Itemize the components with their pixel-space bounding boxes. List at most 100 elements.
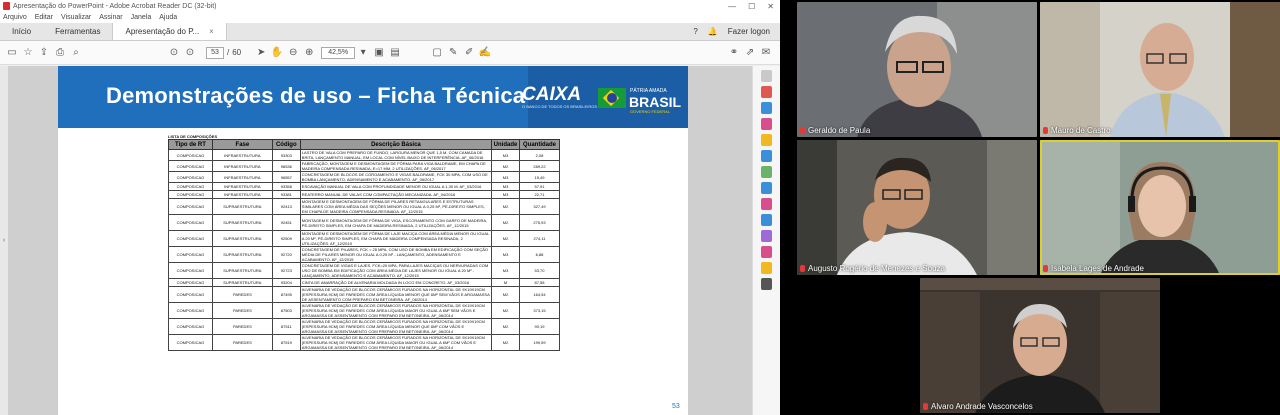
tab-tools[interactable]: Ferramentas (43, 23, 112, 40)
participant-label: Augusto Rogério de Menezes e Souza (800, 264, 945, 273)
participant-label: Isabela Lages de Andrade (1043, 264, 1144, 273)
protect-icon[interactable] (761, 230, 772, 242)
bell-icon[interactable]: 🔔 (708, 27, 718, 36)
menu-editar[interactable]: Editar (35, 14, 53, 21)
edit-pdf-icon[interactable] (761, 118, 772, 130)
video-call-grid: Geraldo de Paula Mauro de Castro Augusto (780, 0, 1280, 415)
organize-pages-icon[interactable] (761, 166, 772, 178)
table-row: COMPOSICAO PAREDES 87519 ALVENARIA DE VEDAÇ… (168, 334, 560, 351)
header-descricao: Descrição Básica (299, 139, 493, 150)
scan-ocr-icon[interactable] (761, 182, 772, 194)
menu-ajuda[interactable]: Ajuda (159, 14, 177, 21)
cell-codigo: 93204 (271, 278, 301, 287)
comment-tool-icon[interactable] (761, 134, 772, 146)
login-button[interactable]: Fazer logon (728, 27, 770, 36)
sign-icon[interactable]: ✍ (477, 45, 493, 61)
more-tools-icon[interactable] (761, 262, 772, 274)
cell-descricao: REATERRO MANUAL DE VALAS COM COMPACTAÇÃO… (299, 190, 493, 199)
comment-icon[interactable]: ▢ (429, 45, 445, 61)
upload-icon[interactable]: ⇪ (36, 45, 52, 61)
main-toolbar: ▭ ☆ ⇪ ⎙ ⌕ ⊙ ⊙ 53 / 60 ➤ ✋ ⊖ ⊕ 42,5% ▾ ▣ … (0, 41, 780, 65)
maximize-button[interactable]: ☐ (748, 2, 755, 11)
cell-unidade: M (491, 278, 520, 287)
tools-settings-icon[interactable] (761, 278, 772, 290)
video-tile-alvaro[interactable]: Alvaro Andrade Vasconcelos (920, 278, 1160, 413)
acrobat-icon (3, 2, 10, 10)
bookmark-star-icon[interactable]: ☆ (20, 45, 36, 61)
zoom-out-icon[interactable]: ⊖ (285, 45, 301, 61)
cell-tipo: COMPOSICAO (168, 214, 213, 231)
left-panel-toggle[interactable]: ‹ (0, 66, 8, 415)
tab-document-label: Apresentação do P... (125, 27, 200, 36)
hand-tool-icon[interactable]: ✋ (269, 45, 285, 61)
draw-icon[interactable]: ✐ (461, 45, 477, 61)
video-tile-mauro[interactable]: Mauro de Castro (1040, 2, 1280, 137)
close-window-button[interactable]: ✕ (767, 2, 774, 11)
document-viewport[interactable]: ‹ Demonstrações de uso – Ficha Técnica C… (0, 66, 752, 415)
participant-video (1040, 2, 1280, 137)
participant-name: Isabela Lages de Andrade (1051, 264, 1144, 273)
tab-document[interactable]: Apresentação do P... × (112, 23, 227, 40)
previous-page-icon[interactable]: ⊙ (166, 45, 182, 61)
menu-janela[interactable]: Janela (131, 14, 152, 21)
participant-label: Alvaro Andrade Vasconcelos (923, 402, 1033, 411)
zoom-select[interactable]: 42,5% (321, 46, 356, 59)
table-header: Tipo de RT Fase Código Descrição Básica … (168, 139, 560, 150)
tab-tools-label: Ferramentas (55, 27, 101, 36)
tab-home-label: Início (12, 27, 32, 36)
next-page-icon[interactable]: ⊙ (182, 45, 198, 61)
cell-unidade: M3 (491, 262, 520, 279)
page-input[interactable]: 53 (206, 46, 224, 59)
share-icon[interactable]: ⇗ (742, 45, 758, 61)
page-total: 60 (232, 48, 242, 57)
cell-codigo: 87519 (271, 334, 301, 351)
tab-home[interactable]: Início (0, 23, 43, 40)
close-tab-icon[interactable]: × (209, 27, 214, 36)
video-tile-isabela[interactable]: Isabela Lages de Andrade (1040, 140, 1280, 275)
select-cursor-icon[interactable]: ➤ (253, 45, 269, 61)
redact-icon[interactable] (761, 246, 772, 258)
print-icon[interactable]: ⎙ (52, 45, 68, 61)
cell-codigo: 87503 (271, 302, 301, 319)
cell-tipo: COMPOSICAO (168, 171, 213, 183)
zoom-tool-icon[interactable] (761, 70, 772, 82)
cell-unidade: M2 (491, 198, 520, 215)
cell-descricao: MONTAGEM E DESMONTAGEM DE FÔRMA DE PILAR… (299, 198, 493, 215)
cell-tipo: COMPOSICAO (168, 262, 213, 279)
participant-name: Mauro de Castro (1051, 126, 1111, 135)
menu-arquivo[interactable]: Arquivo (3, 14, 27, 21)
video-tile-geraldo[interactable]: Geraldo de Paula (797, 2, 1037, 137)
zoom-in-icon[interactable]: ⊕ (301, 45, 317, 61)
cell-quantidade: 53,70 (519, 262, 560, 279)
cell-unidade: M2 (491, 334, 520, 351)
menu-visualizar[interactable]: Visualizar (61, 14, 91, 21)
fill-sign-icon[interactable] (761, 198, 772, 210)
create-pdf-icon[interactable]: ▭ (4, 45, 20, 61)
cell-unidade: M3 (491, 190, 520, 199)
tab-bar: Início Ferramentas Apresentação do P... … (0, 23, 780, 41)
fit-page-icon[interactable]: ▣ (371, 45, 387, 61)
cell-descricao: MONTAGEM E DESMONTAGEM DE FÔRMA DE LAJE … (299, 230, 493, 247)
cell-tipo: COMPOSICAO (168, 149, 213, 161)
scroll-mode-icon[interactable]: ▤ (387, 45, 403, 61)
cell-fase: PAREDES (211, 334, 273, 351)
cell-fase: SUPRAESTRUTURA (211, 262, 273, 279)
create-pdf-tool-icon[interactable] (761, 102, 772, 114)
cell-tipo: COMPOSICAO (168, 190, 213, 199)
chevron-down-icon[interactable]: ▾ (355, 45, 371, 61)
cell-codigo: 93303 (271, 149, 301, 161)
pdf-page: Demonstrações de uso – Ficha Técnica CAI… (58, 66, 688, 415)
video-tile-augusto[interactable]: Augusto Rogério de Menezes e Souza (797, 140, 1037, 275)
menu-assinar[interactable]: Assinar (99, 14, 122, 21)
send-review-icon[interactable] (761, 214, 772, 226)
zoom-search-icon[interactable]: ⌕ (68, 45, 84, 61)
combine-files-icon[interactable] (761, 150, 772, 162)
slide-title: Demonstrações de uso – Ficha Técnica (106, 83, 526, 108)
export-pdf-icon[interactable] (761, 86, 772, 98)
highlight-icon[interactable]: ✎ (445, 45, 461, 61)
minimize-button[interactable]: — (728, 2, 736, 11)
link-icon[interactable]: ⚭ (726, 45, 742, 61)
help-icon[interactable]: ? (693, 27, 697, 36)
email-icon[interactable]: ✉ (758, 45, 774, 61)
brasil-flag-icon (598, 88, 626, 108)
